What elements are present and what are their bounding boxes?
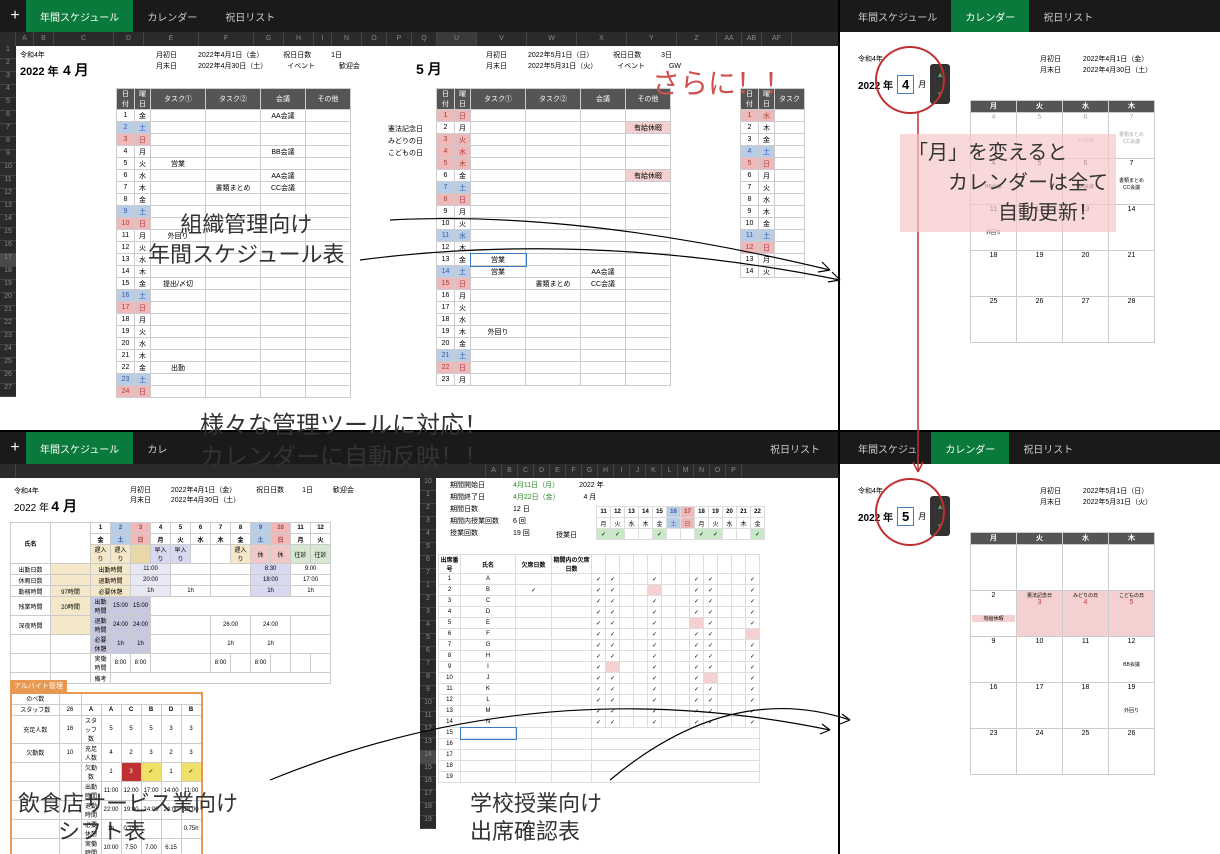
cal-meta-may: 月初日 2022年5月1日（日） 月末日 2022年5月31日（火）: [1040, 486, 1152, 508]
toolbar-bl: + 年間スケジュール カレ 祝日リスト: [0, 432, 838, 464]
toolbar: + 年間スケジュール カレンダー 祝日リスト: [0, 0, 838, 32]
shift-meta: 月初日 2022年4月1日（金） 祝日日数 1日 歓迎会 月末日 2022年4月…: [130, 486, 354, 506]
row-numbers: 1234 5678 9101112 13141516 171819 202122…: [0, 46, 16, 397]
may-meta: 月初日2022年5月1日（日） 祝日日数 3日 月末日2022年5月31日（火）…: [486, 50, 681, 72]
chevron-down-icon[interactable]: ▼: [936, 522, 944, 531]
chevron-up-icon[interactable]: ▲: [936, 70, 944, 79]
tab-schedule[interactable]: 年間スケジュール: [26, 0, 133, 32]
tab-holidays[interactable]: 祝日リスト: [756, 432, 834, 464]
may-header: 5 月: [416, 50, 442, 79]
calendar-quadrant-tr: 年間スケジュール カレンダー 祝日リスト 令和4年 2022 年 4 月 ▲ ▼…: [840, 0, 1220, 430]
calendar-grid-apr: 月火水木 456AA会議7書類まとめCC会議 4BB会議56AA会議7書類まとめ…: [970, 100, 1155, 343]
school-day-header: 111213141516171819202122 月火水木金土日月火水木金 ✓✓…: [596, 506, 765, 540]
add-sheet-icon[interactable]: +: [4, 439, 26, 457]
chevron-up-icon[interactable]: ▲: [936, 502, 944, 511]
calendar-grid-may: 月火水木 2有給休暇憲法記念日3みどりの日4こどもの日5 9101112BB会議…: [970, 532, 1155, 775]
calendar-quadrant-br: 年間スケジュ カレンダー 祝日リスト 令和4年 2022 年 5 月 ▲ ▼ 月…: [840, 432, 1220, 854]
selected-cell-school[interactable]: [461, 728, 516, 739]
tab-holidays[interactable]: 祝日リスト: [1029, 0, 1107, 32]
april-header: 令和4年 2022 年 4 月: [20, 50, 89, 80]
cal-header-apr: 令和4年 2022 年 4 月 ▲ ▼: [858, 54, 950, 104]
shift-quadrant-bl: + 年間スケジュール カレ 祝日リスト ABC DEF GHI JKL MNO …: [0, 432, 838, 854]
month-stepper-value[interactable]: 5: [897, 507, 914, 526]
row-numbers-school: 10123 4567 1234 5678 9101112 131415 1617…: [420, 478, 436, 829]
shift-table: 氏名 123456789101112 金土日月火水木金土日月火 遅入り遅入り早入…: [10, 522, 331, 684]
column-headers-bl: ABC DEF GHI JKL MNO P: [0, 464, 838, 478]
arrow-month-change: [908, 112, 938, 482]
month-spinner[interactable]: ▲ ▼: [930, 496, 950, 536]
month-spinner[interactable]: ▲ ▼: [930, 64, 950, 104]
auth-row-label: 授業日: [556, 530, 577, 540]
attendance-table: 出席番号氏名欠席日数期間内の欠席日数 1A✓✓✓✓✓✓ 2B✓✓✓✓✓✓ 3C✓…: [438, 554, 760, 783]
tab-schedule[interactable]: 年間スケジュール: [844, 0, 951, 32]
sheet-body: 1234 5678 9101112 13141516 171819 202122…: [0, 46, 838, 397]
mgmt-table: のべ数 スタッフ数26AACBDB 充足人数16スタッフ数55533 欠勤数10…: [10, 692, 203, 854]
chevron-down-icon[interactable]: ▼: [936, 90, 944, 99]
shift-header: 令和4年 2022 年 4 月: [14, 486, 77, 516]
tab-schedule[interactable]: 年間スケジュール: [26, 432, 133, 464]
column-headers: ABC DEF GHI NOP QUV WXY ZAAAB AF: [0, 32, 838, 46]
toolbar-tr: 年間スケジュール カレンダー 祝日リスト: [840, 0, 1220, 32]
cal-meta-apr: 月初日 2022年4月1日（金） 月末日 2022年4月30日（土）: [1040, 54, 1152, 76]
horizontal-divider: [0, 430, 1220, 432]
school-meta: 期間開始日4月11日（月） 2022 年 期間終了日4月22日（金） 4 月 期…: [450, 480, 604, 540]
may-holidays: 憲法記念日 みどりの日 こどもの日: [388, 100, 423, 160]
mgmt-title: アルバイト管理: [10, 680, 67, 692]
april-table: 日付曜日タスク①タスク②会議その他 1金AA会議 2土 3日 4月BB会議 5火…: [116, 88, 351, 398]
tab-holidays[interactable]: 祝日リスト: [1009, 432, 1087, 464]
tab-cal-partial[interactable]: カレ: [133, 432, 181, 464]
tab-calendar[interactable]: カレンダー: [951, 0, 1029, 32]
selected-cell[interactable]: 営業: [471, 254, 526, 266]
tab-calendar[interactable]: カレンダー: [133, 0, 211, 32]
add-sheet-icon[interactable]: +: [4, 7, 26, 25]
april-meta: 月初日2022年4月1日（金） 祝日日数 1日 月末日2022年4月30日（土）…: [156, 50, 360, 72]
partial-table: 日付曜日タスク 1水 2木 3金 4土 5日 6月 7火 8水 9木 10金 1…: [740, 88, 805, 278]
toolbar-br: 年間スケジュ カレンダー 祝日リスト: [840, 432, 1220, 464]
cal-header-may: 令和4年 2022 年 5 月 ▲ ▼: [858, 486, 950, 536]
may-table: 日付曜日タスク①タスク②会議その他 1日 2月有給休暇 3火 4水 5木 6金有…: [436, 88, 671, 386]
tab-holidays[interactable]: 祝日リスト: [211, 0, 289, 32]
tab-calendar[interactable]: カレンダー: [931, 432, 1009, 464]
vertical-divider: [838, 0, 840, 854]
month-stepper-value[interactable]: 4: [897, 75, 914, 94]
schedule-quadrant-tl: + 年間スケジュール カレンダー 祝日リスト ABC DEF GHI NOP Q…: [0, 0, 838, 430]
